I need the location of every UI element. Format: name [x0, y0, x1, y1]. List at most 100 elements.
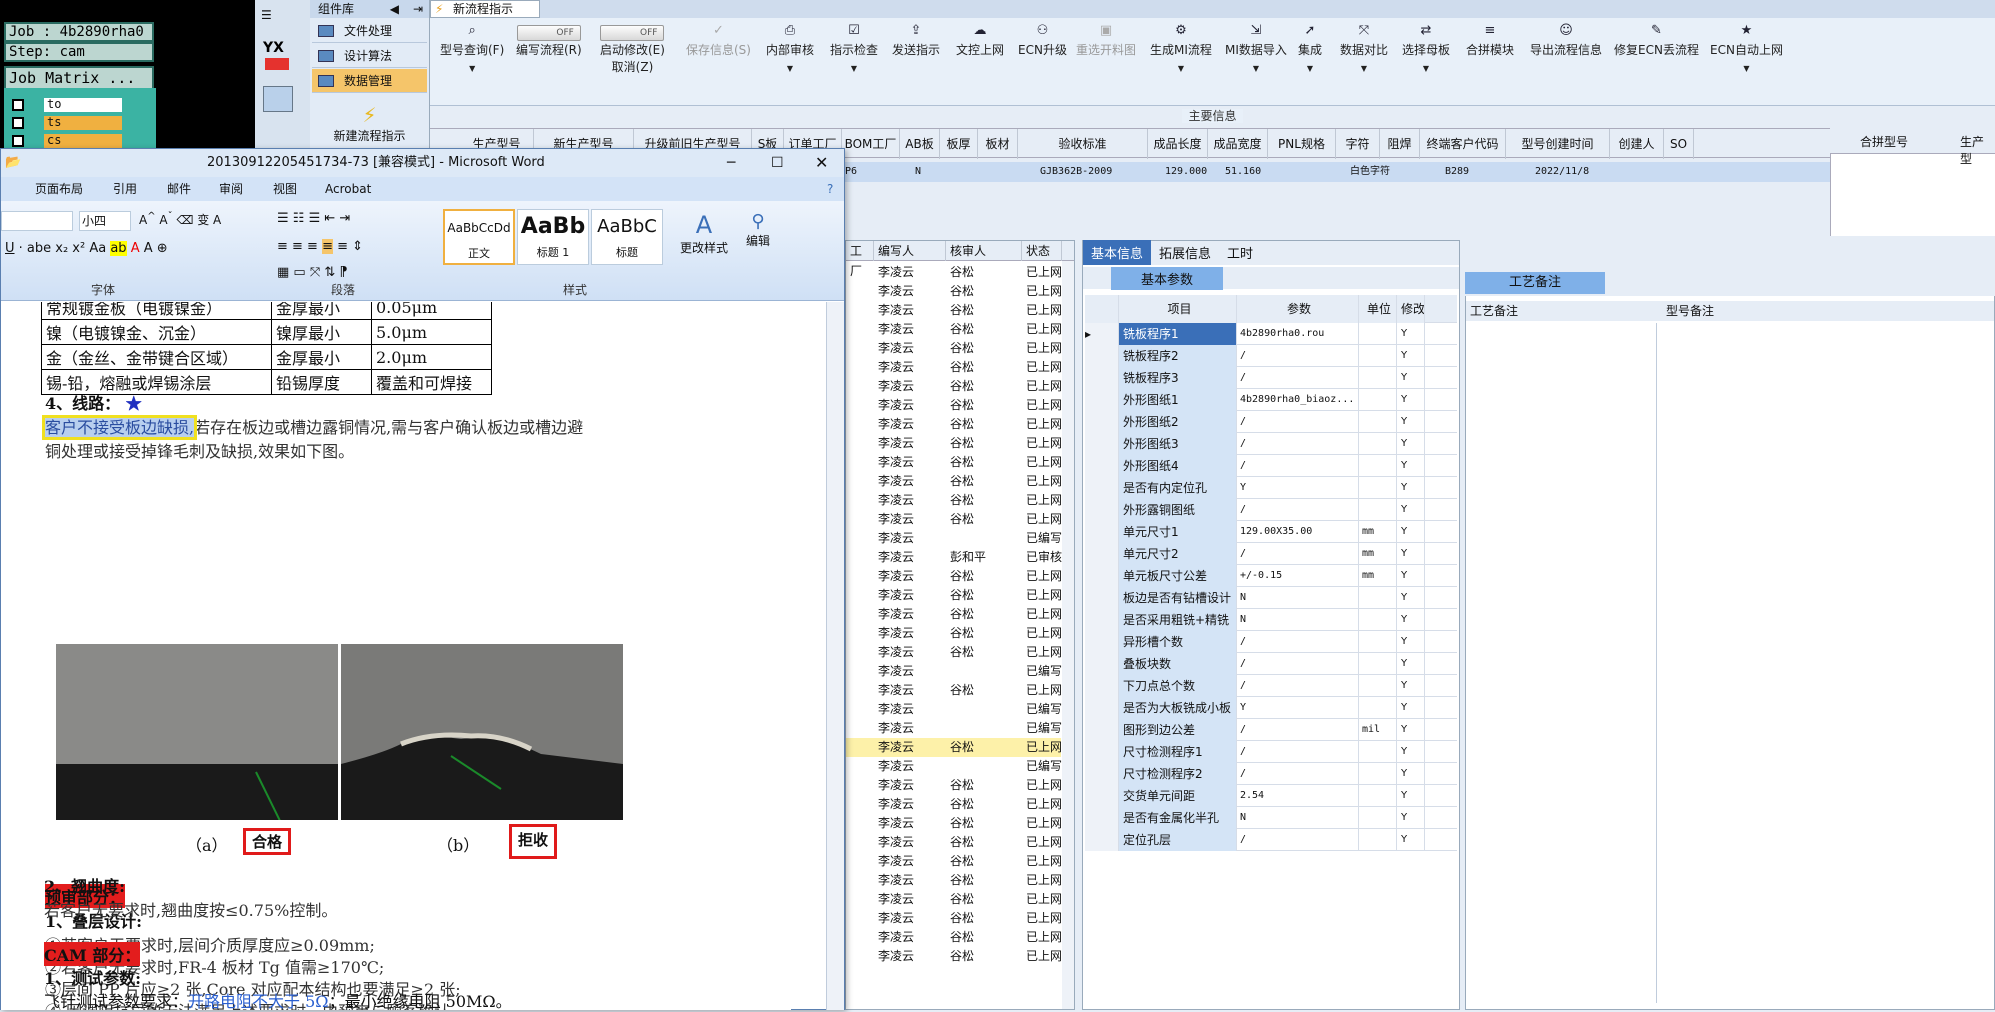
process-notes-field[interactable]: [1468, 323, 1654, 1003]
style-heading1[interactable]: AaBb 标题 1: [517, 209, 589, 265]
collapse-icon[interactable]: ◀: [390, 0, 399, 18]
list-item[interactable]: 李凌云 谷松 已上网: [846, 947, 1062, 966]
column-header[interactable]: AB板: [900, 129, 940, 159]
param-row[interactable]: 板边是否有钻槽设计 N Y: [1085, 587, 1457, 609]
list-item[interactable]: 李凌云 谷松 已上网: [846, 320, 1062, 339]
layer-checkbox[interactable]: [12, 99, 24, 111]
param-row[interactable]: 外形图纸1 4b2890rha0_biaoz... Y: [1085, 389, 1457, 411]
param-row[interactable]: 交货单元间距 2.54 Y: [1085, 785, 1457, 807]
column-header[interactable]: 生产型: [1960, 133, 1995, 167]
layer-row[interactable]: to: [12, 98, 122, 112]
maximize-icon[interactable]: ☐: [771, 149, 784, 177]
list-item[interactable]: 李凌云 谷松 已上网: [846, 491, 1062, 510]
minimize-icon[interactable]: ─: [727, 149, 735, 177]
list-item[interactable]: 李凌云 谷松 已上网: [846, 396, 1062, 415]
repair-ecn-button[interactable]: ✎ 修复ECN丢流程: [1614, 24, 1699, 58]
layer-row[interactable]: ts: [12, 116, 122, 130]
calculator-icon[interactable]: [263, 86, 293, 112]
list-item[interactable]: 李凌云 谷松 已上网: [846, 605, 1062, 624]
column-header[interactable]: 参数: [1237, 295, 1359, 323]
list-item[interactable]: 李凌云 谷松 已上网: [846, 434, 1062, 453]
mi-import-button[interactable]: ⇲ MI数据导入 ▼: [1225, 24, 1287, 74]
param-row[interactable]: 外形图纸2/ Y: [1085, 411, 1457, 433]
lightning-icon[interactable]: ⚡: [310, 103, 429, 127]
column-header[interactable]: 修改: [1397, 295, 1425, 323]
list-item[interactable]: 李凌云 谷松 已上网: [846, 928, 1062, 947]
param-row[interactable]: 定位孔层 / Y: [1085, 829, 1457, 851]
data-compare-button[interactable]: ⤧ 数据对比 ▼: [1340, 24, 1388, 74]
column-header[interactable]: 板材: [978, 129, 1018, 159]
param-row[interactable]: 铣板程序2/ Y: [1085, 345, 1457, 367]
folder-icon[interactable]: 📂: [5, 149, 21, 177]
start-modify-toggle[interactable]: OFF 启动修改(E) 取消(Z): [600, 24, 665, 75]
word-scrollbar[interactable]: [826, 302, 844, 1010]
barrier-icon[interactable]: [265, 58, 289, 70]
param-row[interactable]: 下刀点总个数 / Y: [1085, 675, 1457, 697]
list-item[interactable]: 李凌云 谷松 已上网: [846, 301, 1062, 320]
ecn-upgrade-button[interactable]: ⚇ ECN升级: [1018, 24, 1067, 58]
change-styles-button[interactable]: A 更改样式: [679, 211, 729, 256]
param-row[interactable]: 是否有金属化半孔 N Y: [1085, 807, 1457, 829]
column-header[interactable]: 成品长度: [1148, 129, 1208, 159]
param-row[interactable]: ▸ 铣板程序1 4b2890rha0.rou Y: [1085, 323, 1457, 345]
integrate-button[interactable]: ➚ 集成 ▼: [1298, 24, 1322, 74]
column-header[interactable]: 项目: [1119, 295, 1237, 323]
column-header[interactable]: 验收标准: [1018, 129, 1148, 159]
list-item[interactable]: 李凌云 谷松 已上网: [846, 795, 1062, 814]
menu-references[interactable]: 引用: [113, 177, 137, 201]
column-header[interactable]: 工厂: [846, 241, 874, 278]
column-header[interactable]: PNL规格: [1268, 129, 1336, 159]
tab-process-notes[interactable]: 工艺备注: [1465, 272, 1605, 294]
column-header[interactable]: 创建人: [1610, 129, 1664, 159]
list-item[interactable]: 李凌云 彭和平 已审核: [846, 548, 1062, 567]
component-item-file[interactable]: 文件处理: [312, 19, 427, 43]
tab-extended-info[interactable]: 拓展信息: [1151, 240, 1219, 265]
font-name-input[interactable]: [1, 211, 73, 231]
tab-new-flow[interactable]: ⚡ 新流程指示: [430, 0, 540, 18]
layer-row[interactable]: cs: [12, 134, 122, 148]
menu-icon[interactable]: ☰: [261, 8, 297, 28]
subtab-basic-params[interactable]: 基本参数: [1083, 267, 1459, 290]
main-info-row[interactable]: P6 N GJB362B-2009 129.000 51.160 白色字符 B2…: [845, 162, 1830, 182]
list-item[interactable]: 李凌云 谷松 已上网: [846, 339, 1062, 358]
format-buttons[interactable]: U · abe x₂ x² Aa ab A A ⊕: [5, 241, 168, 256]
reselect-cutting-button[interactable]: ▣ 重选开料图: [1076, 24, 1136, 58]
highlighted-text[interactable]: 客户不接受板边缺损,: [41, 415, 198, 440]
column-header[interactable]: 状态: [1022, 241, 1062, 261]
menu-acrobat[interactable]: Acrobat: [325, 177, 371, 201]
ecn-auto-online-button[interactable]: ★ ECN自动上网 ▼: [1710, 24, 1783, 74]
param-row[interactable]: 是否采用粗铣+精铣 N Y: [1085, 609, 1457, 631]
param-row[interactable]: 是否为大板铣成小板 Y Y: [1085, 697, 1457, 719]
merge-module-button[interactable]: ≡ 合拼模块: [1466, 24, 1514, 58]
param-row[interactable]: 铣板程序3/ Y: [1085, 367, 1457, 389]
column-header[interactable]: 阻焊: [1380, 129, 1420, 159]
list-item[interactable]: 李凌云 已编写: [846, 662, 1062, 681]
param-row[interactable]: 是否有内定位孔 Y Y: [1085, 477, 1457, 499]
list-item[interactable]: 李凌云 谷松 已上网: [846, 738, 1062, 757]
shading-buttons[interactable]: ▦ ▭ ⤧ ⇅ ⁋: [277, 265, 348, 280]
list-item[interactable]: 李凌云 谷松 已上网: [846, 624, 1062, 643]
menu-page-layout[interactable]: 页面布局: [35, 177, 83, 201]
param-row[interactable]: 单元尺寸2/mm Y: [1085, 543, 1457, 565]
tab-work-hours[interactable]: 工时: [1219, 240, 1261, 265]
style-normal[interactable]: AaBbCcDd 正文: [443, 209, 515, 265]
send-instruction-button[interactable]: ⇪ 发送指示: [892, 24, 940, 58]
edit-button[interactable]: ⚲ 编辑: [741, 211, 775, 249]
param-row[interactable]: 尺寸检测程序2/ Y: [1085, 763, 1457, 785]
select-motherboard-button[interactable]: ⇄ 选择母板 ▼: [1402, 24, 1450, 74]
generate-mi-button[interactable]: ⚙ 生成MI流程 ▼: [1150, 24, 1212, 74]
menu-view[interactable]: 视图: [273, 177, 297, 201]
list-item[interactable]: 李凌云 谷松 已上网: [846, 567, 1062, 586]
list-item[interactable]: 李凌云 谷松 已上网: [846, 358, 1062, 377]
close-icon[interactable]: ✕: [815, 149, 828, 177]
align-buttons[interactable]: ≡ ≡ ≡ ≡ ≡ ⇕: [277, 239, 363, 254]
list-item[interactable]: 李凌云 谷松 已上网: [846, 263, 1062, 282]
component-item-design[interactable]: 设计算法: [312, 44, 427, 68]
param-row[interactable]: 叠板块数 / Y: [1085, 653, 1457, 675]
check-instruction-button[interactable]: ☑ 指示检查 ▼: [830, 24, 878, 74]
param-row[interactable]: 单元板尺寸公差 +/-0.15 mm Y: [1085, 565, 1457, 587]
list-item[interactable]: 李凌云 谷松 已上网: [846, 472, 1062, 491]
font-size-buttons[interactable]: A^ Aˇ ⌫ 变 A: [139, 211, 221, 228]
column-header[interactable]: 单位: [1359, 295, 1397, 323]
font-size-select[interactable]: 小四: [79, 211, 131, 231]
